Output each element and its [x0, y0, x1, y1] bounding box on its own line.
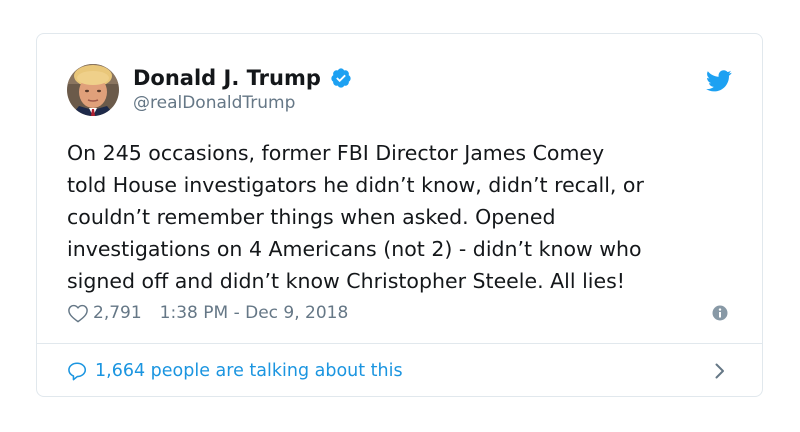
like-button[interactable]: 2,791 — [67, 303, 142, 323]
tweet-meta: 2,791 1:38 PM - Dec 9, 2018 — [67, 302, 348, 324]
talking-about-text: 1,664 people are talking about this — [95, 361, 403, 381]
like-count: 2,791 — [93, 303, 142, 323]
chevron-right-icon — [715, 363, 724, 379]
timestamp-link[interactable]: 1:38 PM - Dec 9, 2018 — [160, 303, 349, 323]
heart-icon — [68, 304, 88, 323]
tweet-text: On 245 occasions, former FBI Director Ja… — [67, 141, 644, 293]
twitter-bird-icon[interactable] — [706, 70, 732, 92]
author-handle[interactable]: @realDonaldTrump — [133, 92, 352, 114]
speech-bubble-icon — [68, 362, 87, 381]
profile-photo-icon — [67, 64, 119, 116]
info-icon[interactable] — [712, 305, 728, 321]
avatar[interactable] — [67, 64, 119, 116]
verified-badge-icon — [331, 68, 351, 88]
talking-about-link[interactable]: 1,664 people are talking about this — [67, 358, 732, 384]
author-display-name[interactable]: Donald J. Trump — [133, 65, 321, 91]
tweet-card: Donald J. Trump @realDonaldTrump On 245 … — [36, 33, 763, 397]
divider — [37, 343, 762, 344]
author-info: Donald J. Trump @realDonaldTrump — [133, 65, 352, 114]
